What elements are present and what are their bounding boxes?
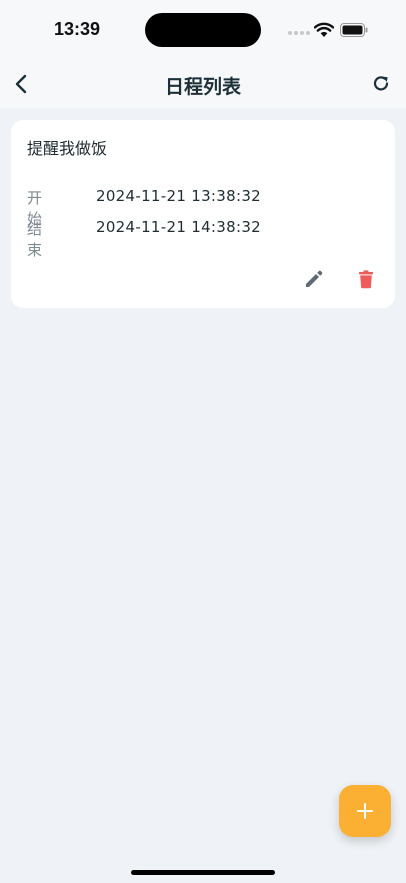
refresh-icon	[373, 76, 389, 91]
navigation-bar: 日程列表	[0, 60, 406, 108]
add-schedule-button[interactable]	[339, 785, 391, 837]
battery-icon	[340, 23, 368, 37]
status-time: 13:39	[54, 19, 101, 39]
schedule-card[interactable]: 提醒我做饭 开始 2024-11-21 13:38:32 结束 2024-11-…	[11, 120, 395, 308]
start-time-value: 2024-11-21 13:38:32	[96, 187, 262, 205]
end-label: 结束	[27, 220, 43, 259]
status-bar: 13:39	[0, 0, 406, 60]
edit-icon	[306, 270, 323, 287]
refresh-button[interactable]	[368, 71, 394, 97]
cellular-signal-icon	[288, 31, 312, 35]
plus-icon	[357, 803, 373, 819]
schedule-list-screen: 13:39 日程列表 提醒我做饭 开始 2024-11-21 13:38:32 …	[0, 0, 406, 883]
page-title: 日程列表	[164, 76, 241, 98]
schedule-title: 提醒我做饭	[27, 139, 108, 158]
delete-icon	[359, 270, 373, 289]
delete-button[interactable]	[355, 268, 377, 290]
home-indicator	[131, 870, 275, 875]
edit-button[interactable]	[303, 268, 325, 290]
dynamic-island	[145, 13, 261, 47]
end-time-value: 2024-11-21 14:38:32	[96, 218, 262, 236]
wifi-icon	[314, 22, 334, 37]
